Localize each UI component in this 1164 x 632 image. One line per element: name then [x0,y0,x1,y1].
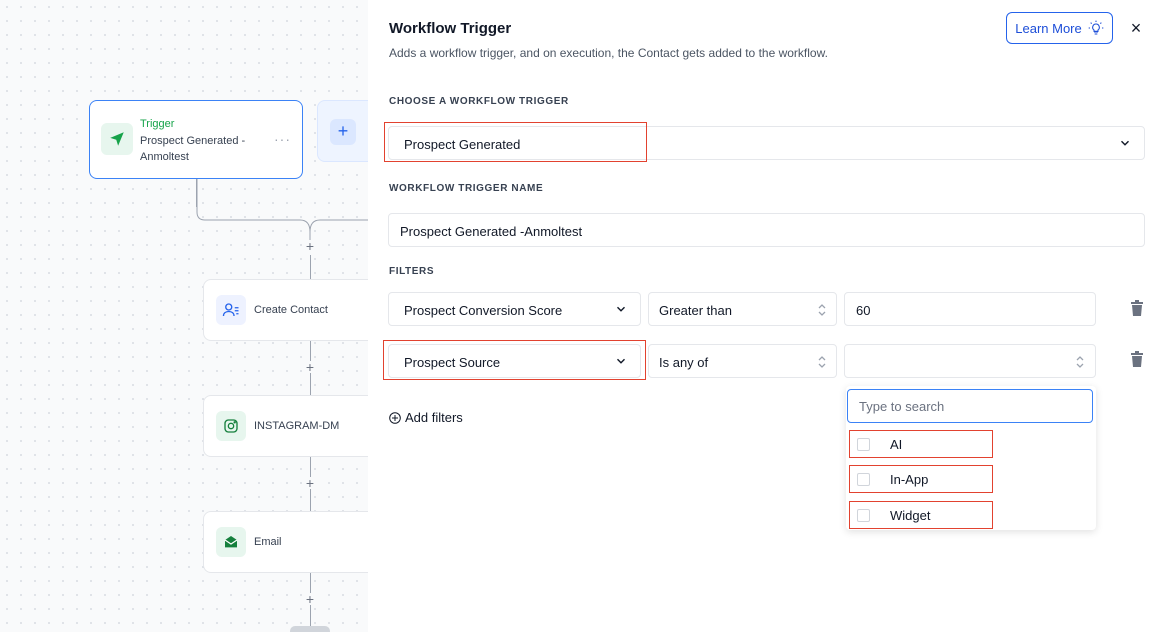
trigger-node-name: Prospect Generated - Anmoltest [140,135,246,163]
mail-open-icon [216,527,246,557]
sort-arrows-icon [818,304,826,316]
workflow-canvas[interactable]: + + + + Trigger Prospect Generated - Anm… [0,0,368,632]
learn-more-button[interactable]: Learn More [1006,12,1113,44]
checkbox[interactable] [857,438,870,451]
trigger-name-value: Prospect Generated -Anmoltest [400,224,583,239]
option-label: Widget [890,508,931,523]
sort-arrows-icon [1076,356,1084,368]
trigger-name-input[interactable]: Prospect Generated -Anmoltest [388,213,1145,247]
option-in-app[interactable]: In-App [849,465,993,493]
filter-operator-value: Greater than [659,303,732,318]
trash-icon[interactable] [1130,300,1144,316]
option-widget[interactable]: Widget [849,501,993,529]
option-ai[interactable]: AI [849,430,993,458]
filter-operator-select[interactable]: Is any of [648,344,837,378]
trigger-node-card[interactable]: Trigger Prospect Generated - Anmoltest ·… [89,100,303,179]
add-filters-button[interactable]: Add filters [389,410,463,425]
search-placeholder: Type to search [859,399,945,414]
plus-circle-icon [389,411,401,424]
lightbulb-icon [1088,20,1104,35]
chevron-down-icon [1121,140,1129,146]
filter-field-value: Prospect Conversion Score [404,303,563,318]
learn-more-label: Learn More [1015,20,1082,36]
trigger-name-label: WORKFLOW TRIGGER NAME [389,183,544,194]
trigger-settings-panel: Workflow Trigger Adds a workflow trigger… [368,0,1164,632]
plus-icon: + [330,119,356,145]
connector-curve [196,179,368,246]
add-filters-label: Add filters [405,410,463,425]
add-step-plus[interactable]: + [304,592,316,606]
node-instagram-dm[interactable]: INSTAGRAM-DM [203,395,368,457]
node-email[interactable]: Email [203,511,368,573]
option-label: In-App [890,472,929,487]
trash-icon[interactable] [1130,351,1144,367]
panel-title: Workflow Trigger [389,20,512,37]
filter-operator-value: Is any of [659,355,709,370]
highlight-box [383,340,646,380]
canvas-end-marker [290,626,330,632]
add-step-plus[interactable]: + [304,476,316,490]
node-label: Email [254,536,282,548]
sort-arrows-icon [818,356,826,368]
connector-line [310,255,311,279]
node-label: Create Contact [254,304,328,316]
trigger-node-label: Trigger [140,118,175,130]
dropdown-search-input[interactable]: Type to search [847,389,1093,423]
source-options-dropdown: Type to search AI In-App Widget [846,386,1096,530]
chevron-down-icon [617,306,625,312]
filter-operator-select[interactable]: Greater than [648,292,837,326]
filters-label: FILTERS [389,266,435,277]
checkbox[interactable] [857,509,870,522]
user-list-icon [216,295,246,325]
filter-value: 60 [856,303,871,318]
add-trigger-button[interactable]: + [317,100,368,162]
option-label: AI [890,437,903,452]
checkbox[interactable] [857,473,870,486]
node-create-contact[interactable]: Create Contact [203,279,368,341]
close-icon[interactable]: × [1128,18,1144,38]
add-step-plus[interactable]: + [304,239,316,253]
choose-trigger-label: CHOOSE A WORKFLOW TRIGGER [389,96,569,107]
filter-value-input[interactable]: 60 [844,292,1096,326]
add-step-plus[interactable]: + [304,360,316,374]
filter-value-select[interactable] [844,344,1096,378]
node-label: INSTAGRAM-DM [254,420,340,432]
navigation-arrow-icon [101,123,133,155]
filter-field-select[interactable]: Prospect Conversion Score [388,292,641,326]
highlight-box [384,122,647,162]
more-options-icon[interactable]: ··· [274,131,291,147]
instagram-icon [216,411,246,441]
panel-subtitle: Adds a workflow trigger, and on executio… [389,46,828,60]
